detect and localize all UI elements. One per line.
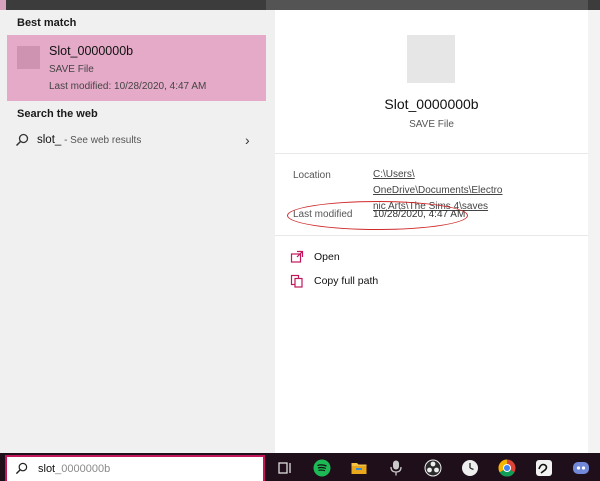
best-match-type: SAVE File [49, 64, 94, 75]
task-view-icon[interactable] [276, 459, 294, 477]
clock-app-icon[interactable] [461, 459, 479, 477]
file-explorer-icon[interactable] [350, 459, 368, 477]
location-label: Location [293, 170, 331, 181]
file-thumbnail-icon [17, 46, 40, 69]
title-strip [266, 0, 588, 10]
top-strip [0, 0, 600, 10]
app-icon[interactable] [535, 459, 553, 477]
details-panel: Slot_0000000b SAVE File Location C:\User… [275, 20, 588, 453]
best-match-item[interactable]: Slot_0000000b SAVE File Last modified: 1… [7, 35, 266, 101]
copy-icon [290, 274, 303, 288]
open-action[interactable]: Open [290, 248, 410, 268]
obs-icon[interactable] [424, 459, 442, 477]
details-title: Slot_0000000b [384, 96, 479, 112]
best-match-modified: Last modified: 10/28/2020, 4:47 AM [49, 81, 207, 92]
web-result-suffix: - See web results [61, 135, 142, 146]
accent-edge [0, 0, 6, 10]
search-query: slot_0000000b [38, 463, 110, 475]
web-query: slot_ [37, 134, 62, 146]
web-result-item[interactable]: slot_ - See web results › [7, 126, 266, 154]
chrome-icon[interactable] [498, 459, 516, 477]
file-preview-icon [407, 35, 455, 83]
open-label: Open [314, 251, 340, 263]
divider [275, 153, 588, 154]
divider [275, 235, 588, 236]
spotify-icon[interactable] [313, 459, 331, 477]
microphone-icon[interactable] [387, 459, 405, 477]
redacted-username [414, 168, 463, 177]
search-web-heading: Search the web [17, 108, 98, 120]
location-path-start: C:\Users\ [373, 169, 415, 180]
search-typed-text: slot [38, 463, 56, 475]
web-result-text: slot_ - See web results [37, 134, 141, 146]
copy-path-action[interactable]: Copy full path [290, 272, 430, 292]
location-path-end: OneDrive\Documents\Electro [373, 185, 503, 196]
best-match-heading: Best match [17, 17, 77, 29]
search-icon [15, 462, 28, 475]
copy-path-label: Copy full path [314, 275, 379, 287]
search-results-panel: Best match Slot_0000000b SAVE File Last … [0, 10, 275, 453]
chevron-right-icon[interactable]: › [245, 132, 250, 148]
details-type: SAVE File [409, 119, 454, 130]
best-match-title: Slot_0000000b [49, 44, 134, 58]
annotation-circle [287, 201, 468, 230]
open-icon [290, 250, 304, 263]
search-icon [15, 133, 29, 147]
background-window [588, 10, 600, 453]
discord-icon[interactable] [572, 459, 590, 477]
taskbar-search-box[interactable]: slot_0000000b [5, 455, 265, 481]
search-autocomplete-text: _0000000b [55, 463, 111, 475]
